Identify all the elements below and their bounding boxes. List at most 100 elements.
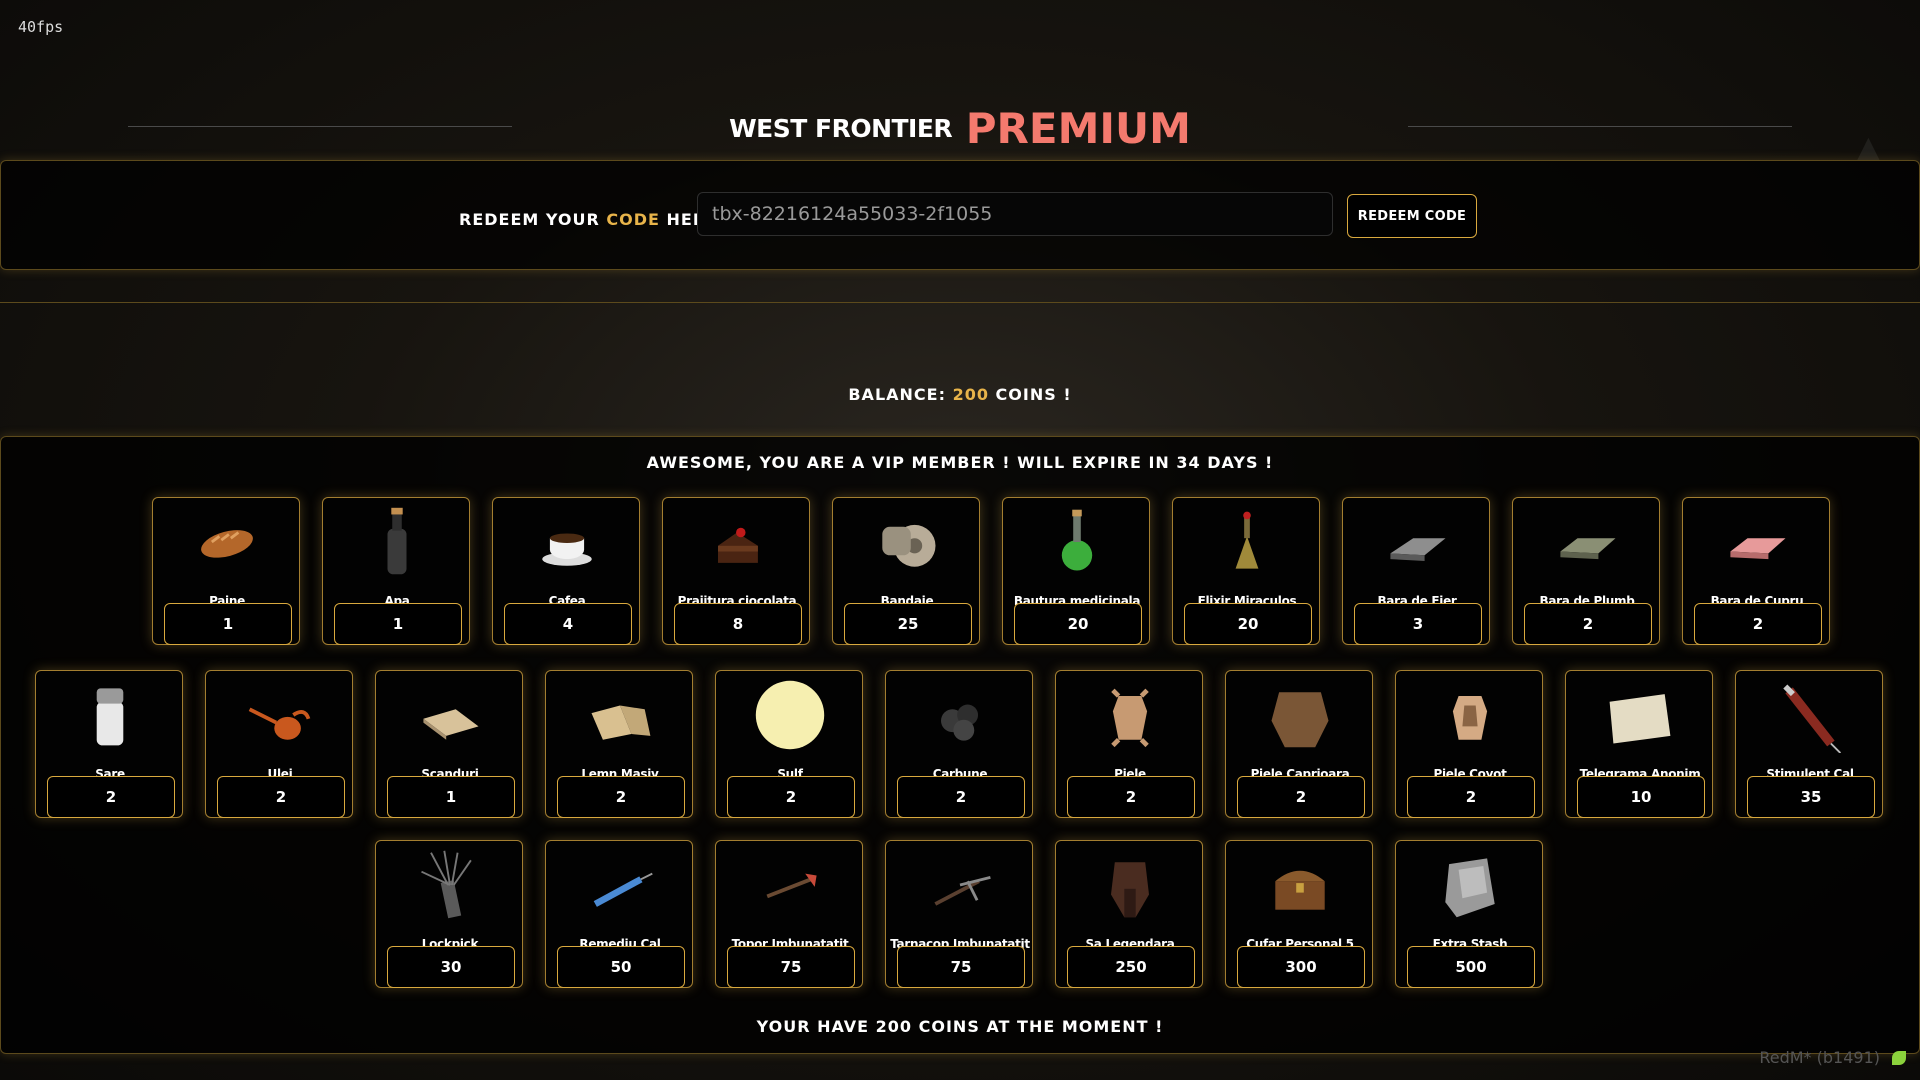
bread-icon bbox=[201, 530, 253, 558]
lead-bar-icon bbox=[1560, 538, 1616, 560]
fps-counter: 40fps bbox=[18, 18, 64, 36]
shop-item-card[interactable]: Cafea 4 bbox=[492, 497, 640, 645]
shop-item-card[interactable]: Extra Stash 500 bbox=[1395, 840, 1543, 988]
shop-item-price-button[interactable]: 50 bbox=[557, 946, 685, 988]
shop-item-price-button[interactable]: 2 bbox=[897, 776, 1025, 818]
shop-item-card[interactable]: Bautura medicinala 20 bbox=[1002, 497, 1150, 645]
sulfur-icon bbox=[755, 680, 825, 750]
deer-hide-icon bbox=[1271, 692, 1329, 748]
water-bottle-icon bbox=[387, 507, 407, 575]
client-version-label: RedM* (b1491) bbox=[1759, 1048, 1880, 1067]
balance-suffix: COINS ! bbox=[995, 385, 1072, 404]
chest-icon bbox=[1275, 870, 1325, 910]
horse-remedy-icon bbox=[593, 872, 653, 907]
copper-bar-icon bbox=[1730, 538, 1786, 560]
solid-wood-icon bbox=[591, 705, 651, 740]
shop-item-price-button[interactable]: 2 bbox=[1524, 603, 1652, 645]
shop-item-price-button[interactable]: 30 bbox=[387, 946, 515, 988]
shop-item-card[interactable]: Bara de Plumb 2 bbox=[1512, 497, 1660, 645]
shop-item-card[interactable]: Stimulent Cal 35 bbox=[1735, 670, 1883, 818]
shop-item-price-button[interactable]: 2 bbox=[1407, 776, 1535, 818]
shop-item-price-button[interactable]: 2 bbox=[557, 776, 685, 818]
shop-item-price-button[interactable]: 25 bbox=[844, 603, 972, 645]
oil-can-icon bbox=[248, 707, 311, 740]
shop-item-card[interactable]: Telegrama Anonim 10 bbox=[1565, 670, 1713, 818]
shop-item-card[interactable]: Bandaje 25 bbox=[832, 497, 980, 645]
shop-item-card[interactable]: Sare 2 bbox=[35, 670, 183, 818]
shop-item-card[interactable]: Lockpick 30 bbox=[375, 840, 523, 988]
shop-item-card[interactable]: Piele Caprioara 2 bbox=[1225, 670, 1373, 818]
coal-icon bbox=[941, 704, 979, 741]
shop-item-price-button[interactable]: 35 bbox=[1747, 776, 1875, 818]
coffee-cup-icon bbox=[542, 533, 592, 566]
shop-item-price-button[interactable]: 2 bbox=[1067, 776, 1195, 818]
shop-item-card[interactable]: Sa Legendara 250 bbox=[1055, 840, 1203, 988]
salt-shaker-icon bbox=[96, 688, 124, 746]
vip-status-message: AWESOME, YOU ARE A VIP MEMBER ! WILL EXP… bbox=[646, 453, 1274, 472]
shop-item-price-button[interactable]: 300 bbox=[1237, 946, 1365, 988]
redeem-code-button[interactable]: REDEEM CODE bbox=[1347, 194, 1477, 238]
shop-item-price-button[interactable]: 20 bbox=[1014, 603, 1142, 645]
shop-item-card[interactable]: Carbune 2 bbox=[885, 670, 1033, 818]
shop-item-card[interactable]: Tarnacop Imbunatatit 75 bbox=[885, 840, 1033, 988]
shop-item-card[interactable]: Bara de Cupru 2 bbox=[1682, 497, 1830, 645]
shop-item-card[interactable]: Scanduri 1 bbox=[375, 670, 523, 818]
shop-item-card[interactable]: Elixir Miraculos 20 bbox=[1172, 497, 1320, 645]
shop-item-price-button[interactable]: 1 bbox=[334, 603, 462, 645]
bandage-icon bbox=[882, 524, 936, 567]
shop-item-price-button[interactable]: 4 bbox=[504, 603, 632, 645]
shop-item-price-button[interactable]: 2 bbox=[47, 776, 175, 818]
elixir-bottle-icon bbox=[1235, 511, 1259, 569]
shop-item-card[interactable]: Remediu Cal 50 bbox=[545, 840, 693, 988]
saddle-icon bbox=[1111, 862, 1149, 918]
shop-item-price-button[interactable]: 3 bbox=[1354, 603, 1482, 645]
shop-item-card[interactable]: Piele Coyot 2 bbox=[1395, 670, 1543, 818]
shop-item-price-button[interactable]: 10 bbox=[1577, 776, 1705, 818]
shop-item-card[interactable]: Apa 1 bbox=[322, 497, 470, 645]
shop-item-price-button[interactable]: 2 bbox=[1694, 603, 1822, 645]
shop-item-price-button[interactable]: 2 bbox=[727, 776, 855, 818]
hide-icon bbox=[1111, 688, 1149, 748]
shop-item-card[interactable]: Prajitura ciocolata 8 bbox=[662, 497, 810, 645]
shop-item-card[interactable]: Cufar Personal 5 300 bbox=[1225, 840, 1373, 988]
syringe-icon bbox=[1783, 684, 1842, 753]
shop-item-card[interactable]: Bara de Fier 3 bbox=[1342, 497, 1490, 645]
shop-item-price-button[interactable]: 1 bbox=[387, 776, 515, 818]
redeem-label-code: CODE bbox=[606, 210, 660, 229]
shop-item-price-button[interactable]: 1 bbox=[164, 603, 292, 645]
balance-display: BALANCE: 200 COINS ! bbox=[0, 385, 1920, 404]
balance-amount: 200 bbox=[952, 385, 989, 404]
shop-item-price-button[interactable]: 20 bbox=[1184, 603, 1312, 645]
axe-icon bbox=[766, 873, 817, 899]
leaf-icon bbox=[1892, 1051, 1906, 1065]
shop-item-price-button[interactable]: 250 bbox=[1067, 946, 1195, 988]
shop-item-card[interactable]: Lemn Masiv 2 bbox=[545, 670, 693, 818]
shop-item-price-button[interactable]: 75 bbox=[897, 946, 1025, 988]
section-divider bbox=[0, 302, 1920, 303]
page-title: WEST FRONTIER PREMIUM bbox=[0, 104, 1920, 153]
coyote-hide-icon bbox=[1452, 696, 1488, 740]
shop-item-card[interactable]: Paine 1 bbox=[152, 497, 300, 645]
shop-item-card[interactable]: Sulf 2 bbox=[715, 670, 863, 818]
balance-prefix: BALANCE: bbox=[848, 385, 946, 404]
brand-name: WEST FRONTIER bbox=[729, 114, 953, 143]
shop-item-price-button[interactable]: 500 bbox=[1407, 946, 1535, 988]
shop-item-price-button[interactable]: 2 bbox=[1237, 776, 1365, 818]
premium-label: PREMIUM bbox=[965, 104, 1191, 153]
planks-icon bbox=[423, 709, 479, 740]
shop-item-card[interactable]: Ulei 2 bbox=[205, 670, 353, 818]
redeem-code-input[interactable] bbox=[697, 192, 1333, 236]
medicine-bottle-icon bbox=[1061, 509, 1093, 571]
coins-footer-message: YOUR HAVE 200 COINS AT THE MOMENT ! bbox=[756, 1017, 1164, 1036]
shop-item-card[interactable]: Topor Imbunatatit 75 bbox=[715, 840, 863, 988]
lockpick-icon bbox=[421, 850, 472, 919]
chocolate-cake-icon bbox=[718, 527, 758, 563]
backpack-icon bbox=[1445, 858, 1495, 918]
shop-item-price-button[interactable]: 75 bbox=[727, 946, 855, 988]
shop-item-price-button[interactable]: 2 bbox=[217, 776, 345, 818]
iron-bar-icon bbox=[1390, 538, 1446, 561]
shop-item-price-button[interactable]: 8 bbox=[674, 603, 802, 645]
redeem-label: REDEEM YOUR CODE HERE : bbox=[459, 210, 732, 229]
shop-item-card[interactable]: Piele 2 bbox=[1055, 670, 1203, 818]
telegram-paper-icon bbox=[1609, 694, 1671, 744]
